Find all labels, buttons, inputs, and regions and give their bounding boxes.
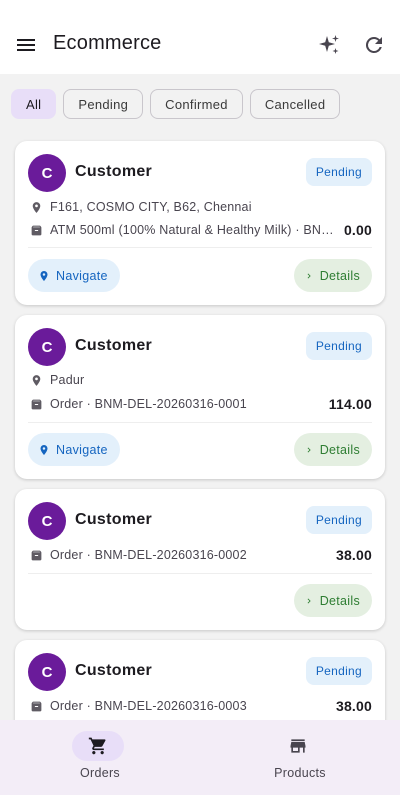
refresh-icon[interactable]	[362, 33, 386, 57]
archive-icon	[31, 225, 42, 235]
avatar: C	[28, 653, 66, 691]
avatar: C	[28, 154, 66, 192]
details-button[interactable]: Details	[293, 584, 372, 617]
order-card[interactable]: C Customer Pending F161, COSMO CITY, B62…	[15, 141, 385, 305]
page-title: Ecommerce	[53, 32, 162, 54]
nav-tab-products[interactable]: Products	[200, 720, 400, 795]
nav-label-orders: Orders	[79, 766, 120, 780]
order-row: Order · BNM-DEL-20260316-0001 114.00	[30, 395, 372, 413]
store-icon	[290, 739, 306, 753]
archive-icon	[31, 550, 42, 560]
address-row: F161, COSMO CITY, B62, Chennai	[30, 198, 372, 216]
app-bar: Ecommerce	[0, 0, 400, 74]
customer-name: Customer	[75, 337, 153, 354]
navigate-button[interactable]: Navigate	[28, 259, 120, 292]
order-amount: 0.00	[343, 222, 372, 238]
nav-indicator	[272, 731, 324, 761]
order-row: ATM 500ml (100% Natural & Healthy Milk) …	[30, 221, 372, 239]
address-row: Padur	[30, 371, 372, 389]
order-item-text: ATM 500ml (100% Natural & Healthy Milk) …	[50, 223, 334, 237]
order-item-text: Order · BNM-DEL-20260316-0002	[50, 548, 247, 562]
divider	[28, 247, 372, 248]
bottom-navigation: Orders Products	[0, 720, 400, 795]
details-label: Details	[319, 442, 360, 457]
status-badge: Pending	[305, 506, 372, 534]
avatar: C	[28, 502, 66, 540]
location-pin-icon	[32, 201, 41, 213]
chevron-right-icon	[307, 447, 311, 452]
archive-icon	[31, 399, 42, 409]
sparkle-icon[interactable]	[317, 33, 341, 57]
status-badge: Pending	[305, 158, 372, 186]
status-badge: Pending	[305, 657, 372, 685]
avatar: C	[28, 328, 66, 366]
details-button[interactable]: Details	[293, 433, 372, 466]
order-amount: 38.00	[335, 547, 372, 563]
chevron-right-icon	[307, 598, 311, 603]
order-item-text: Order · BNM-DEL-20260316-0001	[50, 397, 247, 411]
order-row: Order · BNM-DEL-20260316-0002 38.00	[30, 546, 372, 564]
filter-chip-confirmed[interactable]: Confirmed	[150, 89, 243, 119]
chevron-right-icon	[307, 273, 311, 278]
nav-tab-orders[interactable]: Orders	[0, 720, 200, 795]
nav-indicator	[72, 731, 124, 761]
location-pin-icon	[40, 270, 48, 281]
navigate-label: Navigate	[56, 268, 108, 283]
order-amount: 114.00	[328, 396, 372, 412]
address-text: Padur	[50, 373, 85, 387]
customer-name: Customer	[75, 163, 153, 180]
customer-name: Customer	[75, 662, 153, 679]
nav-label-products: Products	[274, 766, 326, 780]
navigate-label: Navigate	[56, 442, 108, 457]
filter-chip-pending[interactable]: Pending	[63, 89, 144, 119]
address-text: F161, COSMO CITY, B62, Chennai	[50, 200, 252, 214]
order-row: Order · BNM-DEL-20260316-0003 38.00	[30, 697, 372, 715]
location-pin-icon	[40, 444, 48, 455]
details-label: Details	[319, 268, 360, 283]
order-card[interactable]: C Customer Pending Order · BNM-DEL-20260…	[15, 489, 385, 630]
filter-chip-all[interactable]: All	[11, 89, 57, 119]
customer-name: Customer	[75, 511, 153, 528]
status-badge: Pending	[305, 332, 372, 360]
order-amount: 38.00	[335, 698, 372, 714]
details-button[interactable]: Details	[293, 259, 372, 292]
divider	[28, 422, 372, 423]
status-filter-bar: All Pending Confirmed Cancelled	[11, 89, 341, 119]
filter-chip-cancelled[interactable]: Cancelled	[249, 89, 341, 119]
navigate-button[interactable]: Navigate	[28, 433, 120, 466]
archive-icon	[31, 701, 42, 711]
divider	[28, 573, 372, 574]
location-pin-icon	[32, 374, 41, 386]
order-item-text: Order · BNM-DEL-20260316-0003	[50, 699, 247, 713]
order-card[interactable]: C Customer Pending Padur Order · BNM-DEL…	[15, 315, 385, 479]
details-label: Details	[319, 593, 360, 608]
cart-icon	[88, 737, 106, 755]
menu-icon[interactable]	[14, 33, 38, 57]
